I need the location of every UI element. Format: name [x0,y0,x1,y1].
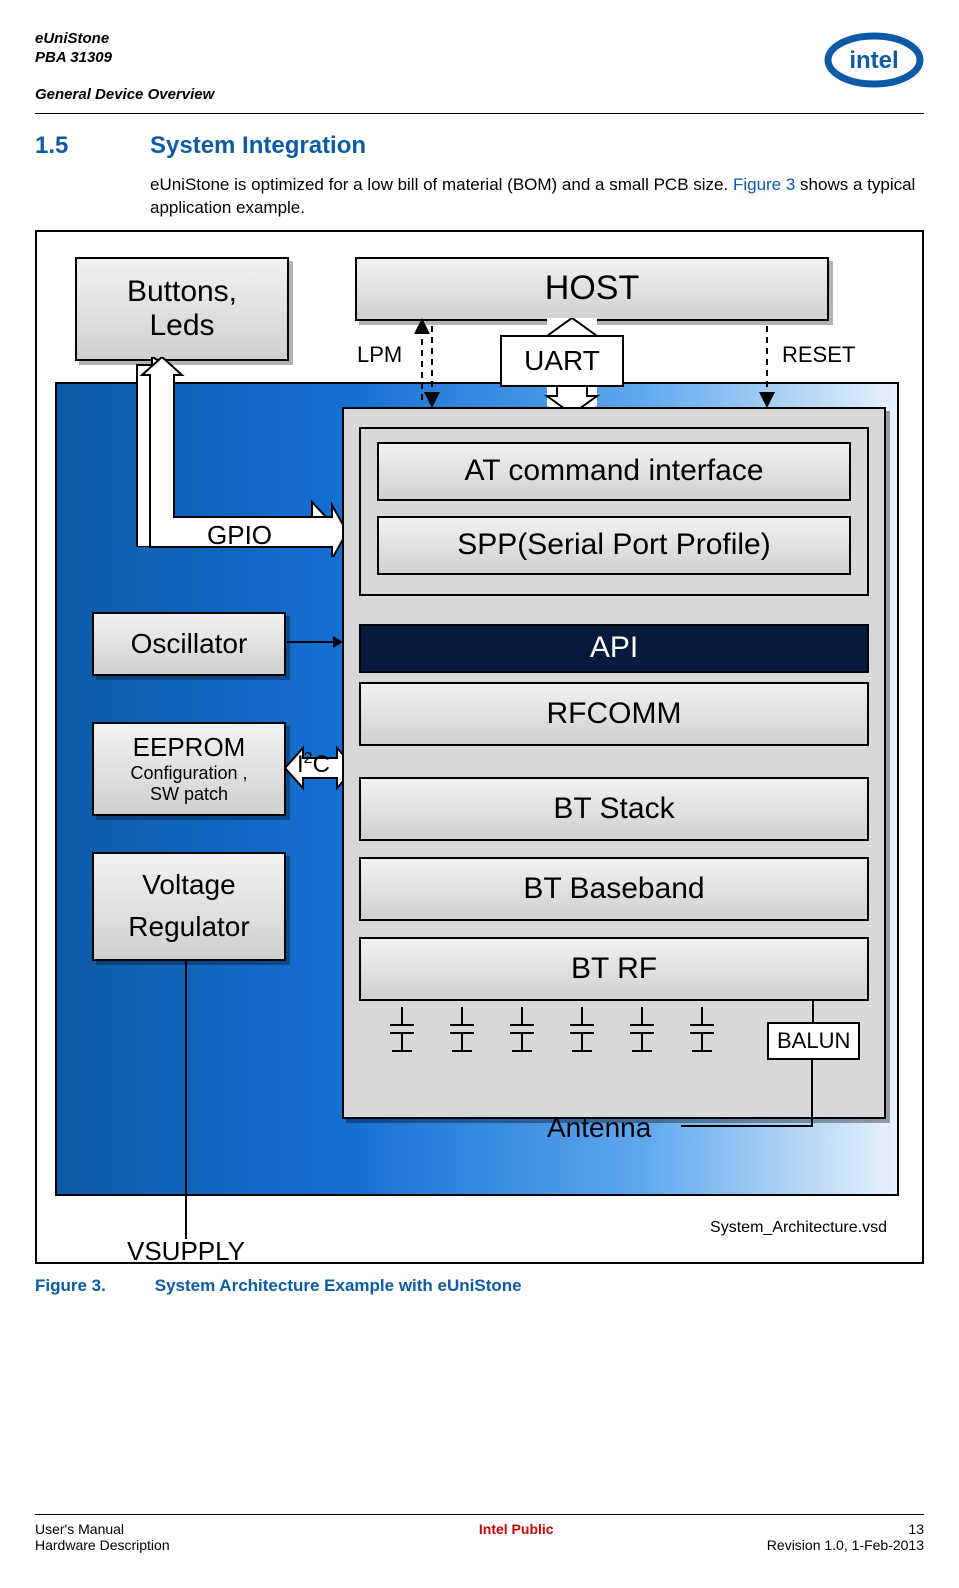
page-footer: User's Manual Intel Public 13 Hardware D… [35,1514,924,1553]
block-api: API [359,624,869,673]
block-bt-rf: BT RF [359,937,869,1001]
vsupply-line [185,959,187,1239]
svg-text:intel: intel [849,47,898,74]
block-host: HOST [355,257,829,321]
intel-logo: intel [824,30,924,90]
reset-arrow [757,318,777,410]
figure-caption-label: Figure 3. [35,1276,150,1296]
figure-source-file: System_Architecture.vsd [710,1219,887,1237]
footer-center: Intel Public [479,1521,554,1537]
block-oscillator: Oscillator [92,612,286,676]
reset-label: RESET [782,342,855,368]
figure-caption-text: System Architecture Example with eUniSto… [155,1276,522,1295]
vsupply-label: VSUPPLY [127,1236,245,1267]
figure-reference-link[interactable]: Figure 3 [733,175,795,194]
block-bt-baseband: BT Baseband [359,857,869,921]
eeprom-subtitle: Configuration , SW patch [130,763,247,806]
antenna-label: Antenna [547,1112,651,1144]
i2c-label: I2C [297,750,330,779]
block-bt-stack: BT Stack [359,777,869,841]
section-number: 1.5 [35,132,150,160]
hdr-product: eUniStone [35,30,109,47]
block-eeprom: EEPROM Configuration , SW patch [92,722,286,816]
figure-system-architecture: Buttons, Leds HOST UART LPM RESET [35,230,924,1264]
block-balun: BALUN [767,1022,860,1060]
uart-label-box: UART [500,335,624,387]
hdr-pba: PBA 31309 [35,49,112,66]
block-spp: SPP(Serial Port Profile) [377,516,851,575]
antenna-line [677,1056,817,1146]
footer-left-2: Hardware Description [35,1537,170,1553]
hdr-section-group: General Device Overview [35,86,214,103]
block-buttons-leds: Buttons, Leds [75,257,289,361]
footer-left-1: User's Manual [35,1521,124,1537]
lpm-arrows [412,318,442,410]
paragraph-pre: eUniStone is optimized for a low bill of… [150,175,733,194]
eeprom-title: EEPROM [133,732,246,763]
block-at-command: AT command interface [377,442,851,501]
block-voltage-regulator: Voltage Regulator [92,852,286,961]
balun-top-line [812,1000,814,1022]
section-paragraph: eUniStone is optimized for a low bill of… [150,174,924,220]
lpm-label: LPM [357,342,402,368]
header-rule [35,113,924,114]
oscillator-arrow [285,632,345,652]
footer-right-2: Revision 1.0, 1-Feb-2013 [767,1537,924,1553]
section-title: System Integration [150,132,366,160]
footer-right-1: 13 [908,1521,924,1537]
block-rfcomm: RFCOMM [359,682,869,746]
gpio-label: GPIO [207,520,272,551]
